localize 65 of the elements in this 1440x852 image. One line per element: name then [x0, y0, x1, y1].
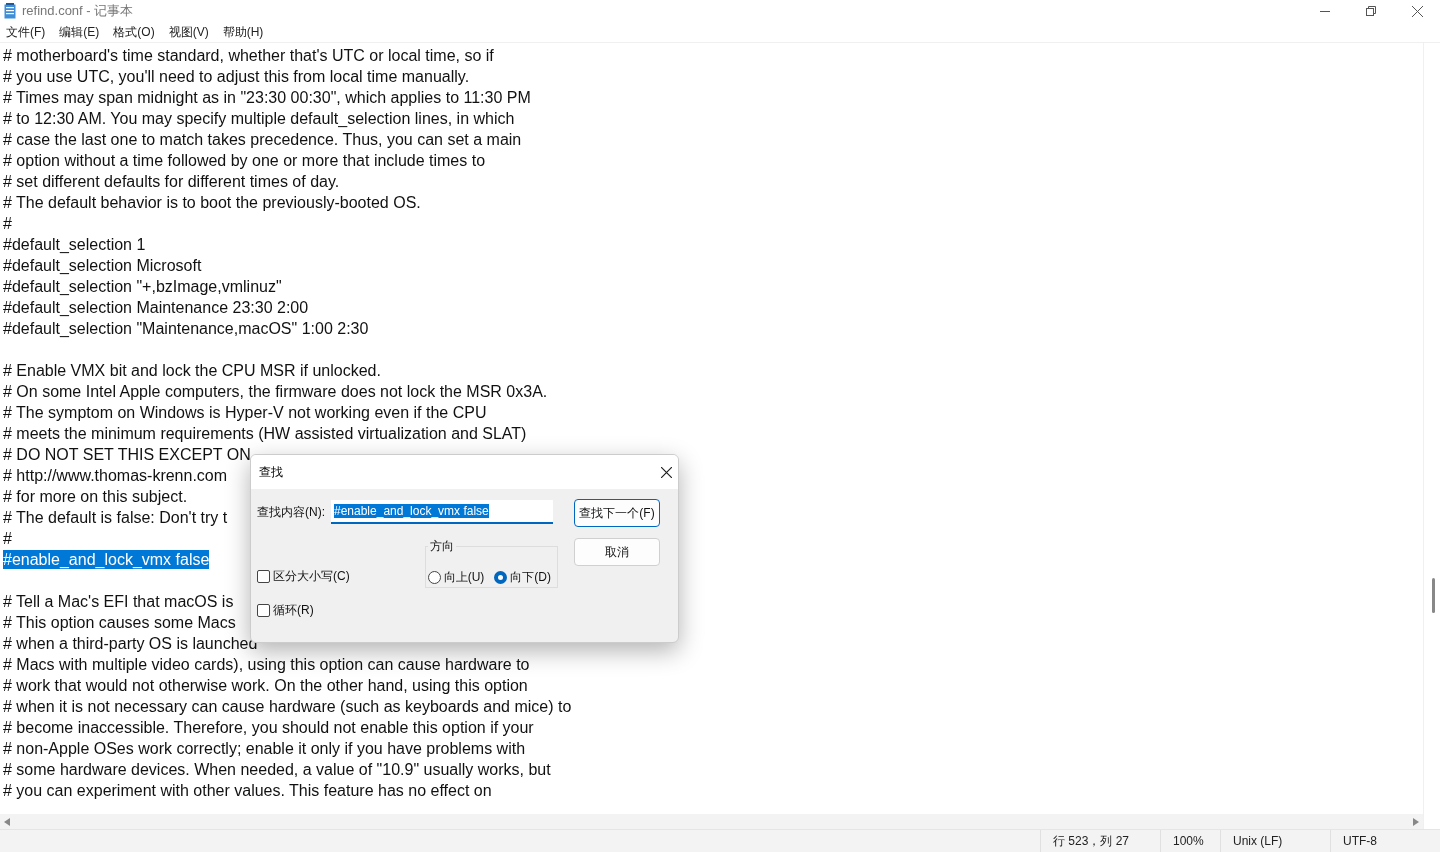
text-line: # — [3, 529, 12, 548]
menu-item[interactable]: 文件(F) — [6, 23, 46, 41]
radio-label: 向下(D) — [510, 569, 551, 586]
text-line: # This option causes some Macs — [3, 613, 236, 632]
find-label: 查找内容(N): — [257, 503, 325, 521]
text-line: # Macs with multiple video cards), using this option can cause hardware to — [3, 655, 530, 674]
radio-button[interactable] — [494, 571, 508, 584]
text-line: # DO NOT SET THIS EXCEPT ON — [3, 445, 251, 464]
status-text: 行 523，列 27 — [1040, 830, 1160, 852]
wrap-checkbox[interactable] — [257, 604, 270, 617]
text-line: # — [3, 214, 12, 233]
window-title: refind.conf - 记事本 — [22, 2, 135, 20]
text-line: #default_selection Maintenance 23:30 2:00 — [3, 298, 309, 317]
scroll-thumb[interactable] — [1432, 578, 1435, 613]
text-line: # On some Intel Apple computers, the firmware does not lock the MSR 0x3A. — [3, 382, 548, 401]
text-line: #default_selection Microsoft — [3, 256, 202, 275]
close-icon — [1411, 5, 1423, 17]
text-line: # Enable VMX bit and lock the CPU MSR if unlocked. — [3, 361, 381, 380]
dialog-title: 查找 — [259, 463, 283, 481]
text-line: # The default behavior is to boot the previously-booted OS. — [3, 193, 421, 212]
status-text: UTF-8 — [1330, 830, 1440, 852]
restore-icon — [1366, 6, 1376, 16]
text-line: # when it is not necessary can cause hardware (such as keyboards and mice) to — [3, 697, 572, 716]
find-next-button[interactable]: 查找下一个(F) — [574, 499, 660, 527]
text-line: # to 12:30 AM. You may specify multiple default_selection lines, in which — [3, 109, 515, 128]
text-line: # Times may span midnight as in "23:30 00:30", which applies to 11:30 PM — [3, 88, 531, 107]
text-line: # meets the minimum requirements (HW assisted virtualization and SLAT) — [3, 424, 527, 443]
text-line: # become inaccessible. Therefore, you should not enable this option if your — [3, 718, 534, 737]
text-line: # http://www.thomas-krenn.com — [3, 466, 228, 485]
text-line: # when a third-party OS is launched — [3, 634, 258, 653]
text-line: # The default is false: Don't try t — [3, 508, 228, 527]
text-line: #default_selection "Maintenance,macOS" 1:00 2:30 — [3, 319, 369, 338]
cancel-button[interactable]: 取消 — [574, 538, 660, 566]
scroll-right-icon[interactable] — [1413, 817, 1419, 826]
text-line: # set different defaults for different times of day. — [3, 172, 340, 191]
match-case-checkbox[interactable] — [257, 570, 270, 583]
direction-label: 方向 — [428, 538, 455, 555]
text-line: #default_selection "+,bzImage,vmlinuz" — [3, 277, 282, 296]
text-line: # option without a time followed by one or more that include times to — [3, 151, 486, 170]
text-line: # some hardware devices. When needed, a value of "10.9" usually works, but — [3, 760, 551, 779]
menu-item[interactable]: 格式(O) — [113, 23, 155, 41]
match-case-label: 区分大小写(C) — [273, 568, 350, 585]
text-line: #default_selection 1 — [3, 235, 146, 254]
text-line: # you use UTC, you'll need to adjust this from local time manually. — [3, 67, 470, 86]
minimize-icon — [1320, 10, 1330, 12]
text-line: # you can experiment with other values. This feature has no effect on — [3, 781, 492, 800]
text-line: # motherboard's time standard, whether that's UTC or local time, so if — [3, 46, 494, 65]
radio-button[interactable] — [427, 571, 441, 584]
text-line: # Tell a Mac's EFI that macOS is — [3, 592, 234, 611]
scroll-left-icon[interactable] — [4, 817, 10, 826]
menu-item[interactable]: 帮助(H) — [222, 23, 264, 41]
notepad-icon — [4, 3, 16, 19]
text-line: # for more on this subject. — [3, 487, 188, 506]
menu-item[interactable]: 编辑(E) — [59, 23, 100, 41]
text-line: # non-Apple OSes work correctly; enable it only if you have problems with — [3, 739, 526, 758]
text-line: # work that would not otherwise work. On the other hand, using this option — [3, 676, 528, 695]
menu-item[interactable]: 视图(V) — [168, 23, 209, 41]
status-text: Unix (LF) — [1220, 830, 1330, 852]
text-line: # The symptom on Windows is Hyper-V not working even if the CPU — [3, 403, 487, 422]
close-icon[interactable] — [661, 466, 672, 478]
radio-label: 向上(U) — [443, 569, 485, 586]
status-text: 100% — [1160, 830, 1220, 852]
wrap-label: 循环(R) — [273, 602, 314, 619]
find-field[interactable]: #enable_and_lock_vmx false — [331, 500, 553, 524]
text-line: # case the last one to match takes precedence. Thus, you can set a main — [3, 130, 522, 149]
